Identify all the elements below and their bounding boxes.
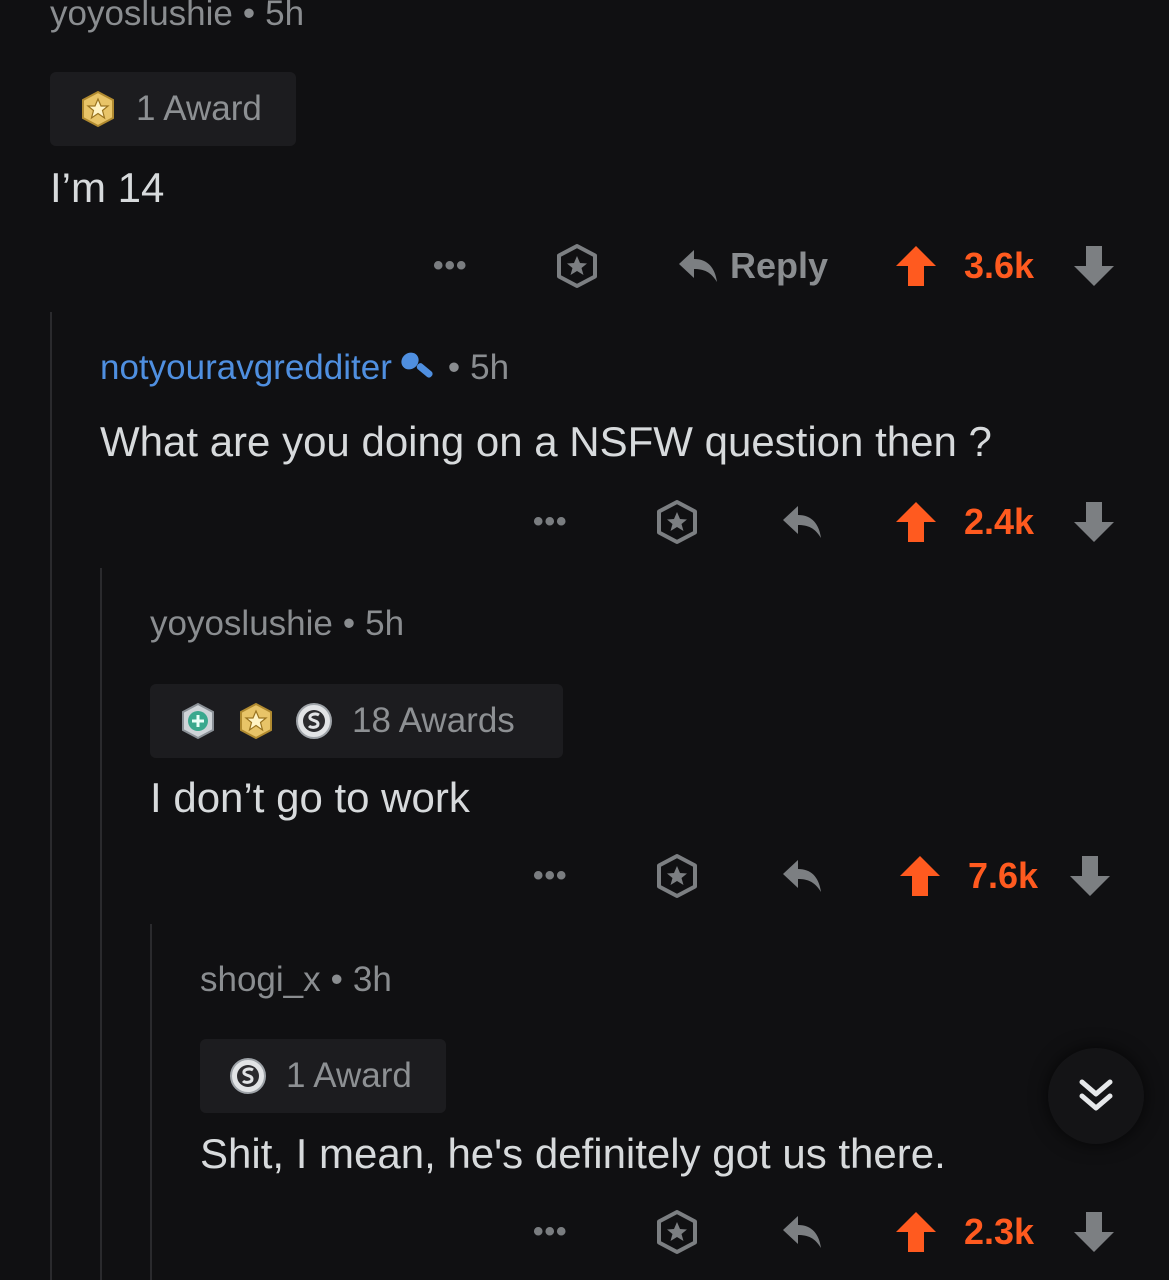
- separator-dot: •: [242, 0, 256, 33]
- comment-header: notyouravgredditer • 5h: [100, 348, 509, 388]
- awards-count: 1 Award: [286, 1056, 412, 1095]
- reply-label: Reply: [730, 245, 829, 286]
- awards-box[interactable]: 1 Award: [200, 1039, 446, 1113]
- comment-time: 5h: [365, 604, 405, 643]
- comment-body: I’m 14: [50, 164, 165, 211]
- score: 2.4k: [964, 492, 1034, 552]
- downvote-button[interactable]: [1072, 1202, 1116, 1262]
- more-options-button[interactable]: •••: [533, 846, 568, 906]
- vote-count: 2.4k: [964, 501, 1035, 542]
- comment-time: 5h: [265, 0, 305, 33]
- upvote-button[interactable]: [894, 236, 938, 296]
- upvote-arrow-icon: [896, 246, 936, 286]
- downvote-arrow-icon: [1074, 502, 1114, 542]
- silver-award-icon: [228, 1056, 268, 1096]
- upvote-button[interactable]: [898, 846, 942, 906]
- comment-action-bar: ••• 2.3k: [0, 1202, 1169, 1262]
- gold-star-award-icon: [78, 89, 118, 129]
- more-icon: •••: [533, 1215, 568, 1248]
- downvote-arrow-icon: [1074, 246, 1114, 286]
- helpful-award-icon: [178, 701, 218, 741]
- score: 3.6k: [964, 236, 1034, 296]
- downvote-button[interactable]: [1068, 846, 1112, 906]
- username[interactable]: notyouravgredditer: [100, 348, 392, 388]
- reply-icon: [783, 860, 821, 892]
- give-award-button[interactable]: [654, 1202, 700, 1262]
- score: 7.6k: [968, 846, 1038, 906]
- upvote-arrow-icon: [896, 1212, 936, 1252]
- awards-box[interactable]: 1 Award: [50, 72, 296, 146]
- award-icon: [557, 244, 597, 288]
- reply-button[interactable]: [780, 846, 824, 906]
- reply-button[interactable]: Reply: [676, 236, 828, 296]
- comment-action-bar: ••• 2.4k: [0, 492, 1169, 552]
- give-award-button[interactable]: [654, 492, 700, 552]
- downvote-button[interactable]: [1072, 492, 1116, 552]
- comment-body: Shit, I mean, he's definitely got us the…: [200, 1130, 946, 1177]
- award-icon: [657, 854, 697, 898]
- awards-count: 1 Award: [136, 89, 262, 128]
- silver-award-icon: [294, 701, 334, 741]
- more-options-button[interactable]: •••: [533, 1202, 568, 1262]
- comment-header: shogi_x • 3h: [200, 960, 392, 1000]
- vote-count: 3.6k: [964, 245, 1035, 286]
- comment-body: I don’t go to work: [150, 774, 470, 821]
- downvote-button[interactable]: [1072, 236, 1116, 296]
- comment-body: What are you doing on a NSFW question th…: [100, 418, 992, 465]
- reply-button[interactable]: [780, 492, 824, 552]
- next-comment-button[interactable]: [1048, 1048, 1144, 1144]
- reply-icon: [679, 250, 717, 282]
- upvote-arrow-icon: [896, 502, 936, 542]
- more-icon: •••: [533, 505, 568, 538]
- separator-dot: •: [342, 604, 356, 643]
- comment-time: 5h: [470, 348, 510, 387]
- awards-count: 18 Awards: [352, 701, 515, 740]
- upvote-arrow-icon: [900, 856, 940, 896]
- upvote-button[interactable]: [894, 1202, 938, 1262]
- separator-dot: •: [447, 348, 461, 387]
- gold-star-award-icon: [236, 701, 276, 741]
- reply-icon: [783, 506, 821, 538]
- double-chevron-down-icon: [1079, 1079, 1113, 1111]
- username[interactable]: yoyoslushie: [50, 0, 233, 34]
- vote-count: 2.3k: [964, 1211, 1035, 1252]
- more-icon: •••: [433, 249, 468, 282]
- microphone-icon: [401, 352, 433, 378]
- more-options-button[interactable]: •••: [433, 236, 468, 296]
- award-icon: [657, 500, 697, 544]
- comment-time: 3h: [352, 960, 392, 999]
- more-options-button[interactable]: •••: [533, 492, 568, 552]
- award-icon: [657, 1210, 697, 1254]
- reply-button[interactable]: [780, 1202, 824, 1262]
- username[interactable]: shogi_x: [200, 960, 321, 1000]
- comment-header: yoyoslushie • 5h: [150, 604, 404, 644]
- upvote-button[interactable]: [894, 492, 938, 552]
- username[interactable]: yoyoslushie: [150, 604, 333, 644]
- awards-box[interactable]: 18 Awards: [150, 684, 563, 758]
- score: 2.3k: [964, 1202, 1034, 1262]
- give-award-button[interactable]: [654, 846, 700, 906]
- thread-line-level-2[interactable]: [100, 568, 102, 1280]
- separator-dot: •: [330, 960, 343, 999]
- comment-action-bar: ••• Reply 3.6k: [0, 236, 1169, 296]
- comment-action-bar: ••• 7.6k: [0, 846, 1169, 906]
- more-icon: •••: [533, 859, 568, 892]
- vote-count: 7.6k: [968, 855, 1039, 896]
- downvote-arrow-icon: [1074, 1212, 1114, 1252]
- comment-header: yoyoslushie • 5h: [50, 0, 304, 34]
- thread-line-level-1[interactable]: [50, 312, 52, 1280]
- downvote-arrow-icon: [1070, 856, 1110, 896]
- give-award-button[interactable]: [554, 236, 600, 296]
- reply-icon: [783, 1216, 821, 1248]
